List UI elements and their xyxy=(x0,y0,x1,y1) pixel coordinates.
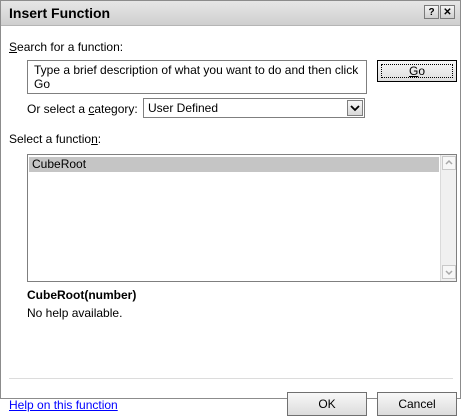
help-on-function-link[interactable]: Help on this function xyxy=(9,398,118,412)
function-signature: CubeRoot(number) xyxy=(27,288,137,302)
dialog-body: Search for a function: Type a brief desc… xyxy=(1,26,460,416)
insert-function-dialog: Insert Function ? ✕ Search for a functio… xyxy=(0,0,461,416)
dialog-title: Insert Function xyxy=(9,5,111,21)
category-selected-value: User Defined xyxy=(148,101,219,115)
chevron-down-icon[interactable] xyxy=(347,100,363,116)
search-input[interactable]: Type a brief description of what you wan… xyxy=(27,60,367,94)
close-icon[interactable]: ✕ xyxy=(440,5,455,19)
divider xyxy=(9,378,453,379)
go-button[interactable]: Go xyxy=(377,60,457,82)
scrollbar[interactable] xyxy=(440,155,456,281)
search-label: Search for a function: xyxy=(9,40,124,54)
category-select[interactable]: User Defined xyxy=(143,98,365,118)
help-icon[interactable]: ? xyxy=(424,5,439,19)
ok-button[interactable]: OK xyxy=(287,392,367,416)
scroll-down-icon[interactable] xyxy=(442,265,456,279)
function-list-label: Select a function: xyxy=(9,132,102,146)
cancel-button[interactable]: Cancel xyxy=(377,392,457,416)
scroll-up-icon[interactable] xyxy=(442,156,456,170)
function-description: No help available. xyxy=(27,306,123,320)
title-bar[interactable]: Insert Function ? ✕ xyxy=(1,1,460,26)
category-label: Or select a category: xyxy=(27,102,138,116)
function-list[interactable]: CubeRoot xyxy=(27,154,457,282)
list-item[interactable]: CubeRoot xyxy=(29,157,439,172)
